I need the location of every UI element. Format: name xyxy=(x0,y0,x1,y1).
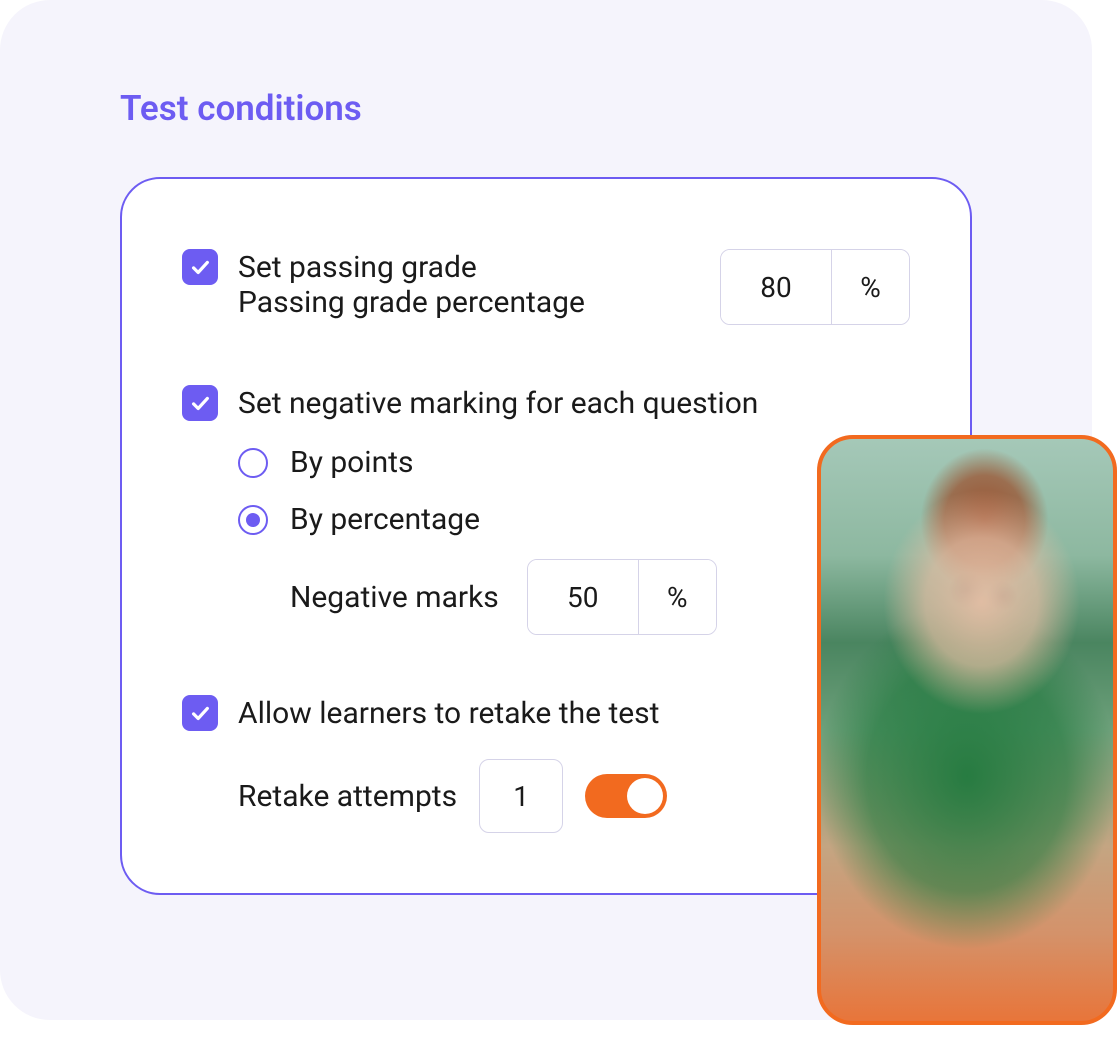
passing-grade-sublabel: Passing grade percentage xyxy=(238,285,720,320)
radio-circle-selected-icon xyxy=(238,505,268,535)
negative-marks-value[interactable]: 50 xyxy=(528,560,638,634)
passing-grade-checkbox[interactable] xyxy=(182,249,218,285)
negative-marking-label: Set negative marking for each question xyxy=(238,386,758,421)
negative-marks-input[interactable]: 50 % xyxy=(527,559,717,635)
radio-by-percentage-label: By percentage xyxy=(290,502,480,537)
retake-attempts-row: Retake attempts 1 xyxy=(238,759,910,833)
retake-toggle[interactable] xyxy=(585,774,667,818)
retake-attempts-input[interactable]: 1 xyxy=(479,759,563,833)
section-title: Test conditions xyxy=(120,88,972,129)
retake-setting: Allow learners to retake the test Retake… xyxy=(182,695,910,833)
toggle-knob-icon xyxy=(627,778,663,814)
passing-grade-input[interactable]: 80 % xyxy=(720,249,910,325)
radio-by-points-label: By points xyxy=(290,445,413,480)
negative-marking-checkbox[interactable] xyxy=(182,385,218,421)
retake-attempts-value: 1 xyxy=(513,780,529,813)
negative-marks-label: Negative marks xyxy=(290,580,499,615)
decorative-photo xyxy=(817,435,1117,1025)
retake-checkbox[interactable] xyxy=(182,695,218,731)
passing-grade-label: Set passing grade xyxy=(238,250,477,285)
passing-grade-value[interactable]: 80 xyxy=(721,250,831,324)
check-icon xyxy=(189,702,211,724)
negative-marking-radio-group: By points By percentage Negative marks 5… xyxy=(238,445,910,635)
check-icon xyxy=(189,256,211,278)
retake-attempts-label: Retake attempts xyxy=(238,779,457,814)
retake-label: Allow learners to retake the test xyxy=(238,696,659,731)
radio-by-percentage[interactable]: By percentage xyxy=(238,502,910,537)
negative-marks-unit: % xyxy=(638,560,716,634)
photo-overlay xyxy=(821,439,1113,1021)
passing-grade-setting: Set passing grade Passing grade percenta… xyxy=(182,249,910,325)
passing-grade-unit: % xyxy=(831,250,909,324)
radio-by-points[interactable]: By points xyxy=(238,445,910,480)
negative-marking-setting: Set negative marking for each question B… xyxy=(182,385,910,635)
check-icon xyxy=(189,392,211,414)
radio-circle-icon xyxy=(238,448,268,478)
